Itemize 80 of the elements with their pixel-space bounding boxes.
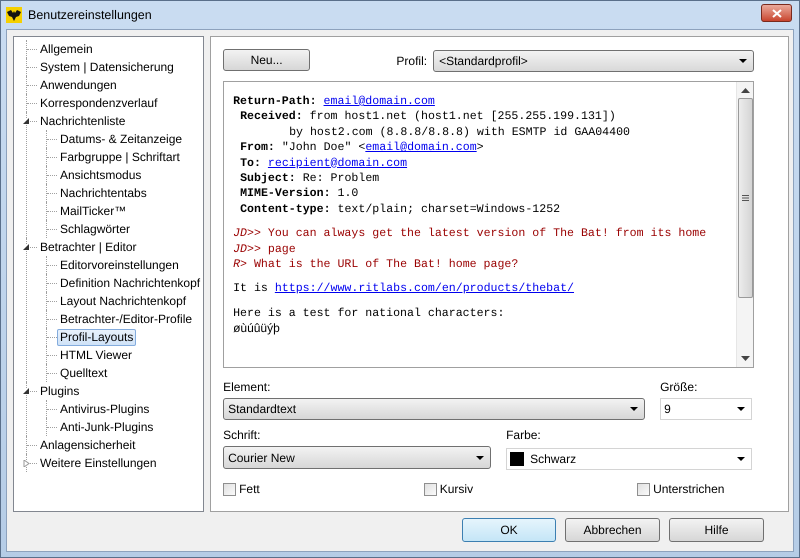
dialog-button[interactable]: Abbrechen: [565, 518, 660, 542]
close-icon: [772, 8, 782, 18]
size-combobox[interactable]: 9: [660, 398, 752, 420]
quoted-line: JD>> You can always get the latest version of The Bat! from its home: [233, 226, 708, 242]
body-line: It is https://www.ritlabs.com/en/products/thebat/: [233, 281, 576, 297]
checkbox[interactable]: [424, 482, 437, 496]
scroll-up-icon[interactable]: [740, 88, 750, 93]
caret-icon: [476, 456, 484, 460]
app-icon: [6, 7, 22, 23]
scrollbar[interactable]: [736, 82, 754, 367]
header-line: Return-Path: email@domain.com: [233, 94, 436, 110]
tree-item[interactable]: Datums- & Zeitanzeige: [57, 130, 186, 148]
tree-item[interactable]: Definition Nachrichtenkopf: [57, 274, 204, 292]
tree-item[interactable]: Weitere Einstellungen: [37, 454, 160, 472]
caret-icon: [630, 407, 638, 411]
checkbox[interactable]: [637, 482, 650, 496]
element-label: Element:: [223, 380, 272, 394]
tree-item[interactable]: Ansichtsmodus: [57, 166, 144, 184]
tree-item[interactable]: Quelltext: [57, 364, 110, 382]
expand-icon[interactable]: [23, 460, 30, 467]
tree-item[interactable]: HTML Viewer: [57, 346, 136, 364]
profile-label: Profil:: [396, 53, 428, 70]
tree-item[interactable]: Profil-Layouts: [57, 328, 136, 346]
tree-item[interactable]: Nachrichtentabs: [57, 184, 150, 202]
caret-icon: [737, 457, 746, 461]
tree-item[interactable]: Layout Nachrichtenkopf: [57, 292, 190, 310]
header-line: by host2.com (8.8.8/8.8.8) with ESMTP id GAA04400: [288, 124, 631, 140]
tree-item[interactable]: Schlagwörter: [57, 220, 134, 238]
header-line: MIME-Version: 1.0: [239, 186, 360, 202]
scroll-down-icon[interactable]: [740, 356, 750, 361]
collapse-icon[interactable]: [23, 388, 30, 395]
tree-item[interactable]: System | Datensicherung: [37, 58, 177, 76]
color-label: Farbe:: [506, 428, 542, 442]
tree-item[interactable]: Betrachter-/Editor-Profile: [57, 310, 196, 328]
checkbox-label: Kursiv: [440, 481, 474, 498]
tree-item[interactable]: Farbgruppe | Schriftart: [57, 148, 183, 166]
scrollbar-thumb[interactable]: [738, 98, 753, 298]
header-line: Subject: Re: Problem: [239, 170, 380, 186]
tree-item[interactable]: Plugins: [37, 382, 82, 400]
tree-item[interactable]: Nachrichtenliste: [37, 112, 128, 130]
link[interactable]: https://www.ritlabs.com/en/products/thebat/: [274, 282, 574, 296]
header-line: From: "John Doe" <email@domain.com>: [239, 140, 485, 156]
tree-item[interactable]: MailTicker™: [57, 202, 130, 220]
checkbox[interactable]: [223, 482, 236, 496]
tree-item[interactable]: Editorvoreinstellungen: [57, 256, 182, 274]
element-dropdown[interactable]: Standardtext: [223, 398, 646, 420]
body-line: øùúûüýþ: [233, 321, 281, 336]
checkbox-label: Fett: [239, 481, 260, 498]
profile-dropdown[interactable]: <Standardprofil>: [433, 50, 754, 72]
link[interactable]: recipient@domain.com: [268, 156, 408, 170]
caret-icon: [737, 407, 746, 411]
tree-item[interactable]: Anwendungen: [37, 76, 120, 94]
header-line: Received: from host1.net (host1.net [255.255.199.131]): [239, 109, 617, 125]
header-line: To: recipient@domain.com: [239, 156, 408, 171]
collapse-icon[interactable]: [23, 244, 30, 251]
collapse-icon[interactable]: [23, 118, 30, 125]
font-dropdown[interactable]: Courier New: [223, 446, 492, 469]
header-line: Content-type: text/plain; charset=Windows-1252: [239, 202, 562, 218]
dialog-button[interactable]: Hilfe: [669, 518, 764, 542]
tree-item[interactable]: Betrachter | Editor: [37, 238, 140, 256]
tree-item[interactable]: Anlagensicherheit: [37, 436, 138, 454]
checkbox-label: Unterstrichen: [653, 481, 724, 498]
tree-item[interactable]: Korrespondenzverlauf: [37, 94, 160, 112]
caret-icon: [739, 59, 748, 63]
color-combobox[interactable]: Schwarz: [506, 448, 752, 470]
window-title: Benutzereinstellungen: [28, 6, 152, 24]
quoted-line: JD>> page: [233, 242, 297, 257]
size-label: Größe:: [660, 380, 698, 394]
grip-icon: [742, 195, 749, 201]
dialog-button[interactable]: OK: [462, 518, 556, 542]
tree-item[interactable]: Allgemein: [37, 40, 96, 58]
close-button[interactable]: [761, 4, 792, 22]
tree-item[interactable]: Antivirus-Plugins: [57, 400, 152, 418]
new-button[interactable]: Neu...: [223, 48, 310, 70]
link[interactable]: email@domain.com: [324, 95, 435, 108]
link[interactable]: email@domain.com: [365, 141, 477, 154]
quoted-line: R> What is the URL of The Bat! home page?: [233, 256, 520, 272]
font-label: Schrift:: [223, 428, 262, 442]
body-line: Here is a test for national characters:: [233, 306, 506, 322]
tree-item[interactable]: Anti-Junk-Plugins: [57, 418, 156, 436]
